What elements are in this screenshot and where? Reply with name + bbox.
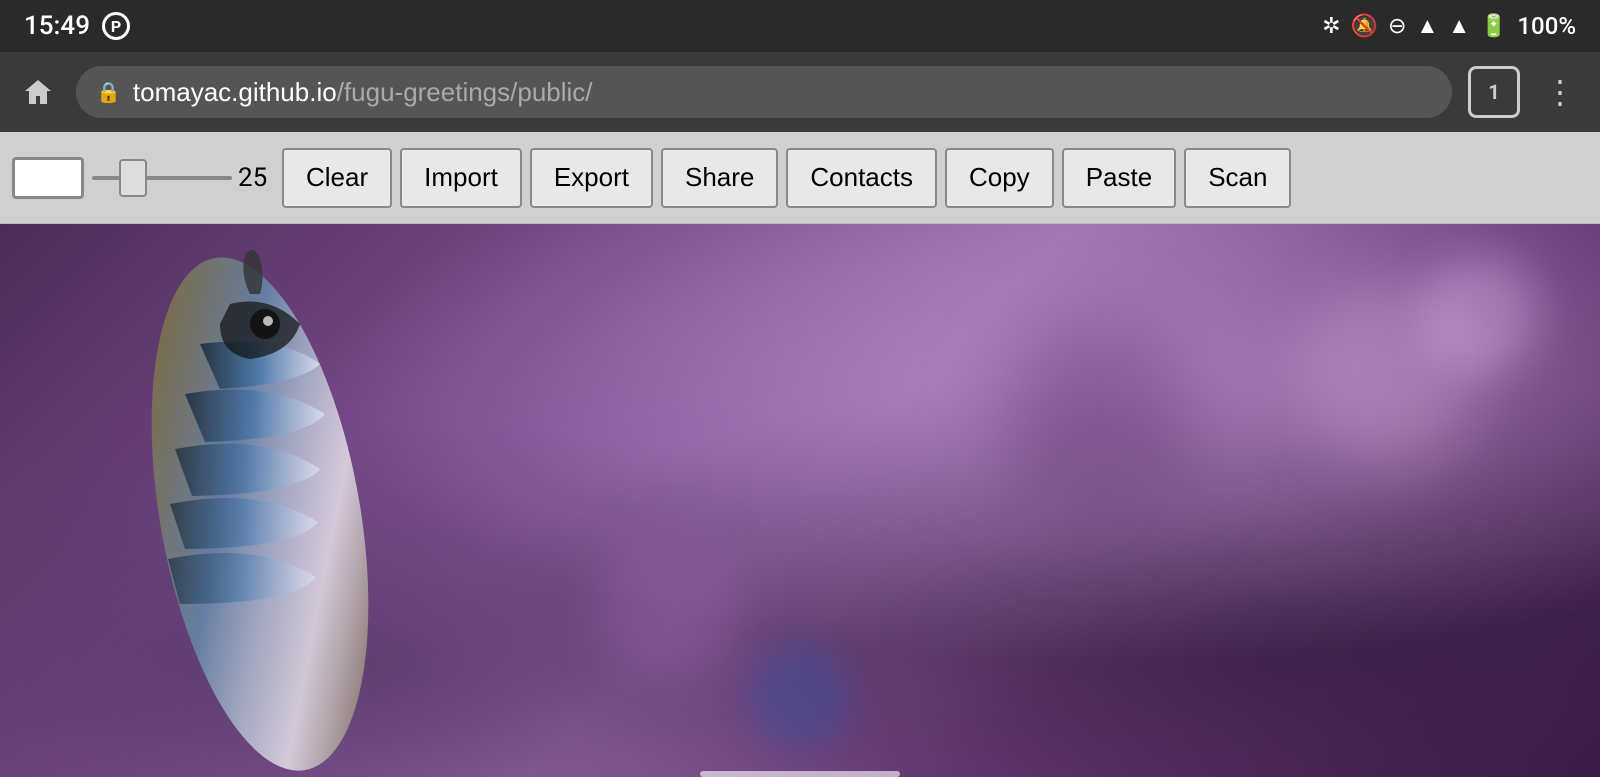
scan-button[interactable]: Scan bbox=[1184, 148, 1291, 208]
fish-drawing bbox=[0, 224, 500, 777]
signal-icon: ▲ bbox=[1448, 13, 1470, 39]
bokeh-5 bbox=[750, 647, 850, 747]
status-bar: 15:49 P ✲ 🔕 ⊖ ▲ ▲ 🔋 100% bbox=[0, 0, 1600, 52]
clear-button[interactable]: Clear bbox=[282, 148, 392, 208]
contacts-button[interactable]: Contacts bbox=[786, 148, 937, 208]
browser-menu-button[interactable]: ⋮ bbox=[1536, 73, 1584, 111]
toolbar: 25 Clear Import Export Share Contacts Co… bbox=[0, 132, 1600, 224]
address-bar: 🔒 tomayac.github.io/fugu-greetings/publi… bbox=[0, 52, 1600, 132]
home-indicator bbox=[700, 771, 900, 777]
url-text: tomayac.github.io/fugu-greetings/public/ bbox=[133, 77, 593, 108]
brush-size-value: 25 bbox=[238, 163, 274, 193]
bokeh-3 bbox=[1000, 324, 1200, 524]
dnd-icon: ⊖ bbox=[1388, 14, 1406, 39]
bokeh-2 bbox=[600, 537, 740, 677]
drawing-canvas[interactable] bbox=[0, 224, 1600, 777]
clock: 15:49 bbox=[24, 11, 90, 41]
bluetooth-icon: ✲ bbox=[1322, 14, 1340, 39]
home-button[interactable] bbox=[16, 70, 60, 114]
url-path: /fugu-greetings/public/ bbox=[337, 77, 593, 107]
color-swatch[interactable] bbox=[12, 157, 84, 199]
status-right: ✲ 🔕 ⊖ ▲ ▲ 🔋 100% bbox=[1322, 12, 1576, 40]
status-left: 15:49 P bbox=[24, 11, 130, 41]
p-icon: P bbox=[111, 17, 121, 36]
lock-icon: 🔒 bbox=[96, 80, 121, 104]
brush-size-control: 25 bbox=[92, 163, 274, 193]
bokeh-4 bbox=[1420, 254, 1540, 374]
wifi-icon: ▲ bbox=[1416, 13, 1438, 39]
url-domain: tomayac.github.io bbox=[133, 77, 337, 107]
paste-button[interactable]: Paste bbox=[1062, 148, 1177, 208]
copy-button[interactable]: Copy bbox=[945, 148, 1054, 208]
import-button[interactable]: Import bbox=[400, 148, 522, 208]
brush-size-slider[interactable] bbox=[92, 176, 232, 180]
url-bar[interactable]: 🔒 tomayac.github.io/fugu-greetings/publi… bbox=[76, 66, 1452, 118]
battery-percent: 100% bbox=[1517, 12, 1576, 40]
mute-icon: 🔕 bbox=[1351, 14, 1378, 39]
notification-icon: P bbox=[102, 12, 130, 40]
share-button[interactable]: Share bbox=[661, 148, 778, 208]
tab-count: 1 bbox=[1488, 80, 1499, 104]
tab-switcher-button[interactable]: 1 bbox=[1468, 66, 1520, 118]
home-icon bbox=[23, 77, 53, 107]
battery-icon: 🔋 bbox=[1480, 14, 1507, 39]
export-button[interactable]: Export bbox=[530, 148, 653, 208]
